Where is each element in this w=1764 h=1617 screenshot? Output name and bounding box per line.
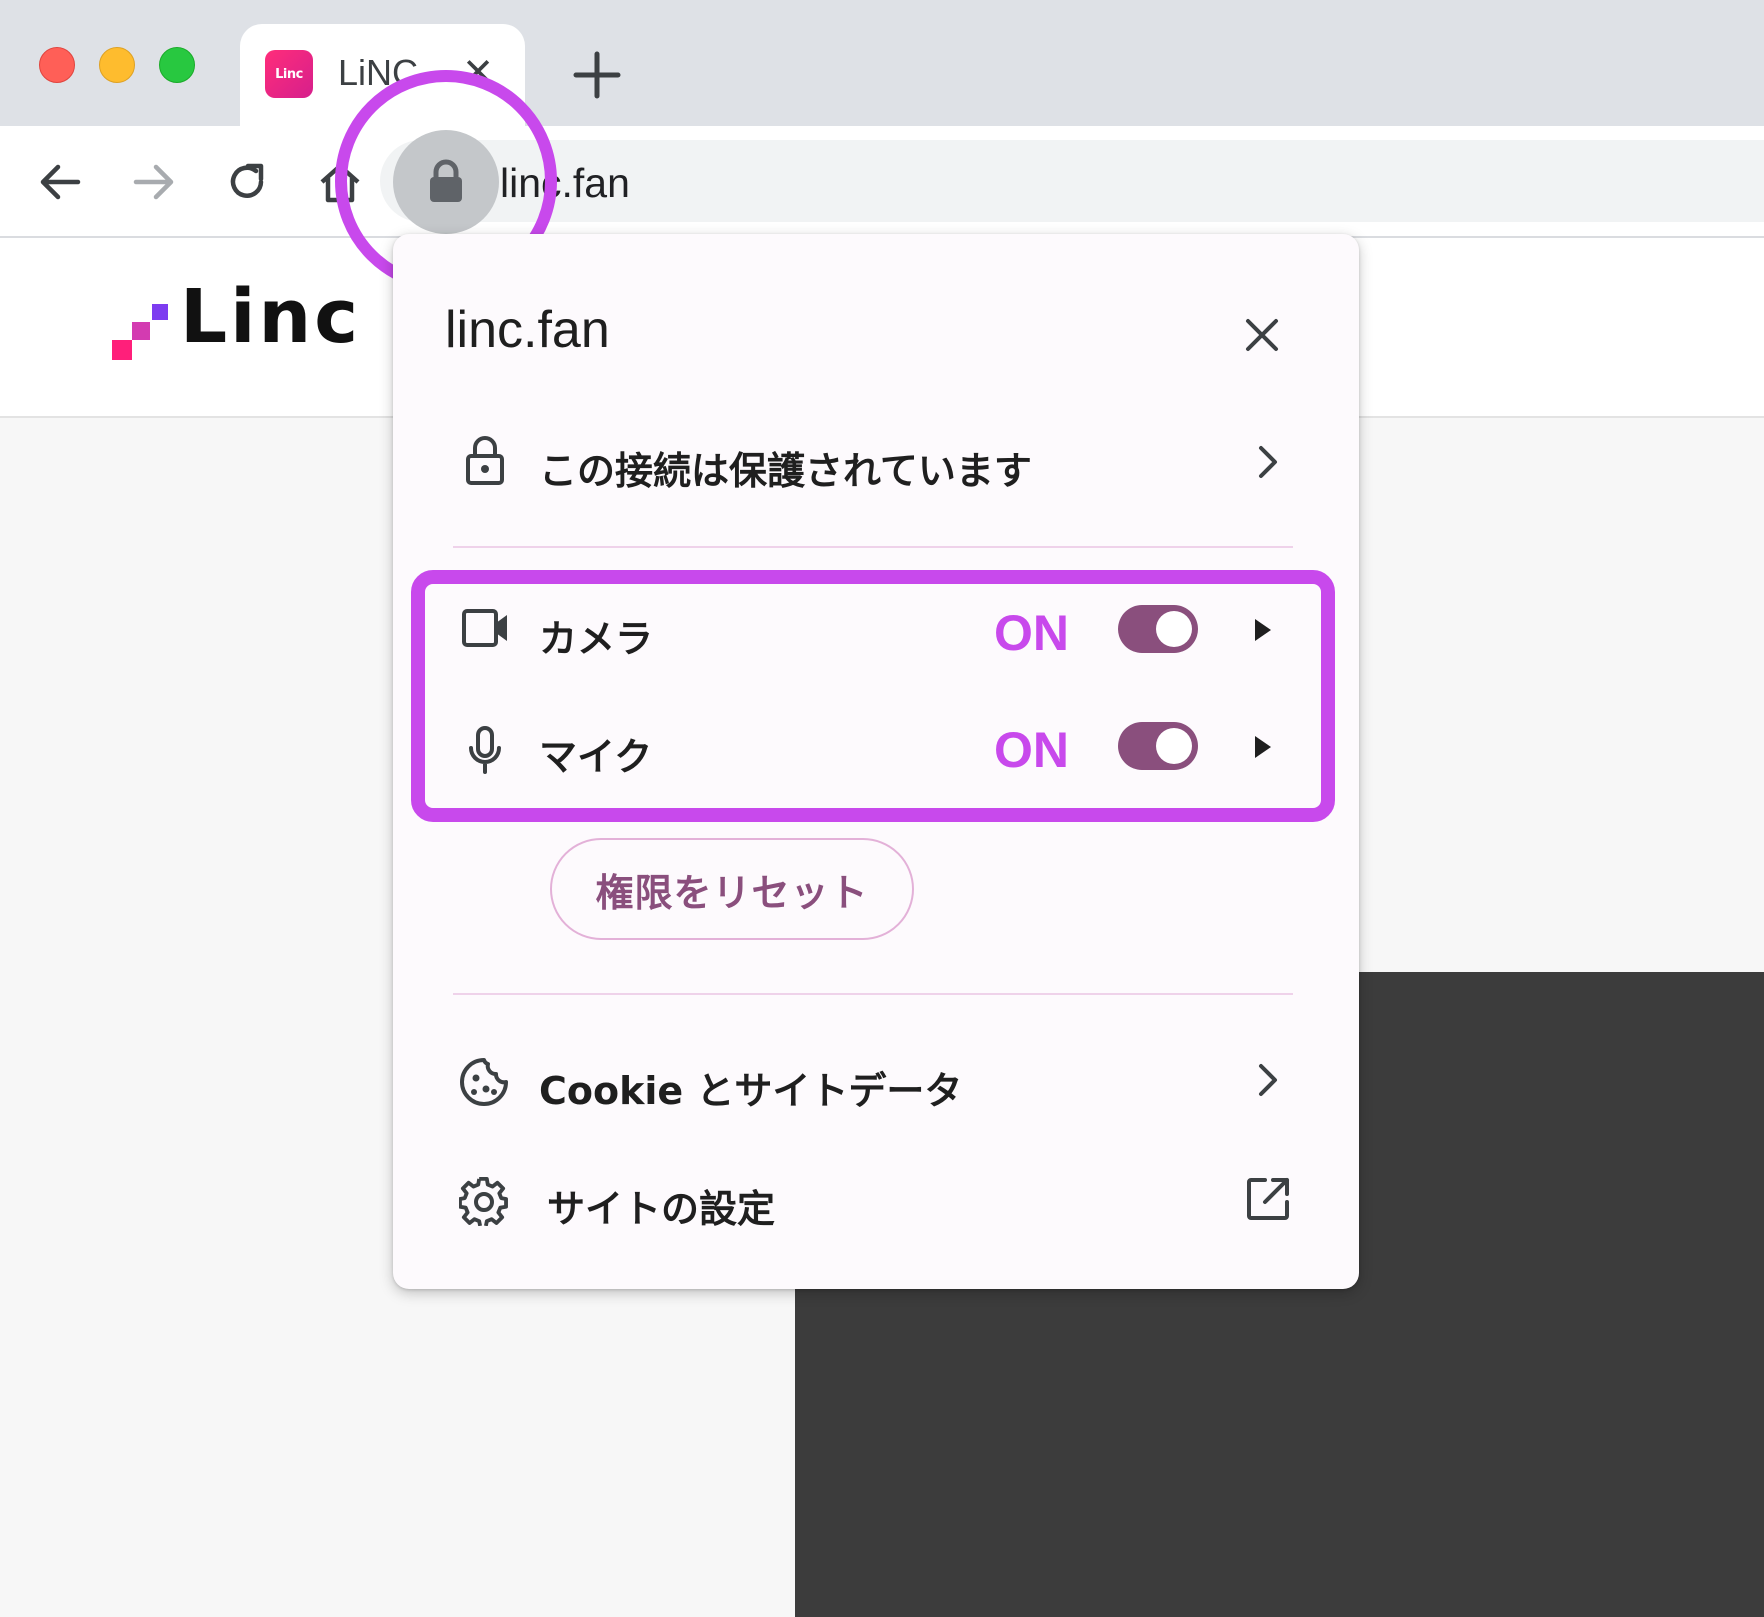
close-icon[interactable] — [1243, 316, 1281, 354]
connection-label: この接続は保護されています — [539, 449, 1032, 493]
divider — [453, 993, 1293, 995]
tab-favicon: Linc — [265, 50, 313, 98]
back-arrow-icon[interactable] — [34, 156, 86, 208]
popup-title: linc.fan — [445, 301, 610, 359]
minimize-window-button[interactable] — [99, 47, 135, 83]
reload-icon[interactable] — [221, 156, 273, 208]
permissions-highlight-annotation — [411, 570, 1335, 822]
chevron-right-icon — [1259, 1064, 1277, 1096]
divider — [453, 546, 1293, 548]
new-tab-icon[interactable] — [570, 48, 624, 102]
reset-permissions-button[interactable]: 権限をリセット — [550, 838, 914, 940]
open-external-icon — [1247, 1178, 1289, 1220]
gear-icon — [459, 1176, 508, 1226]
forward-arrow-icon[interactable] — [128, 156, 180, 208]
site-settings-label: サイトの設定 — [547, 1187, 776, 1231]
cookie-label: Cookie とサイトデータ — [539, 1069, 963, 1113]
site-info-popup: linc.fan この接続は保護されています カメラ ON マイク ON 権限を… — [393, 234, 1359, 1289]
lock-outline-icon — [466, 436, 504, 485]
logo-mark-icon — [112, 304, 168, 360]
browser-toolbar — [0, 126, 1764, 238]
brand-wordmark: Linc — [180, 274, 362, 360]
tab-strip: Linc LiNC ✕ — [0, 0, 1764, 128]
maximize-window-button[interactable] — [159, 47, 195, 83]
close-window-button[interactable] — [39, 47, 75, 83]
cookie-icon — [460, 1058, 508, 1106]
chevron-right-icon — [1259, 446, 1277, 478]
